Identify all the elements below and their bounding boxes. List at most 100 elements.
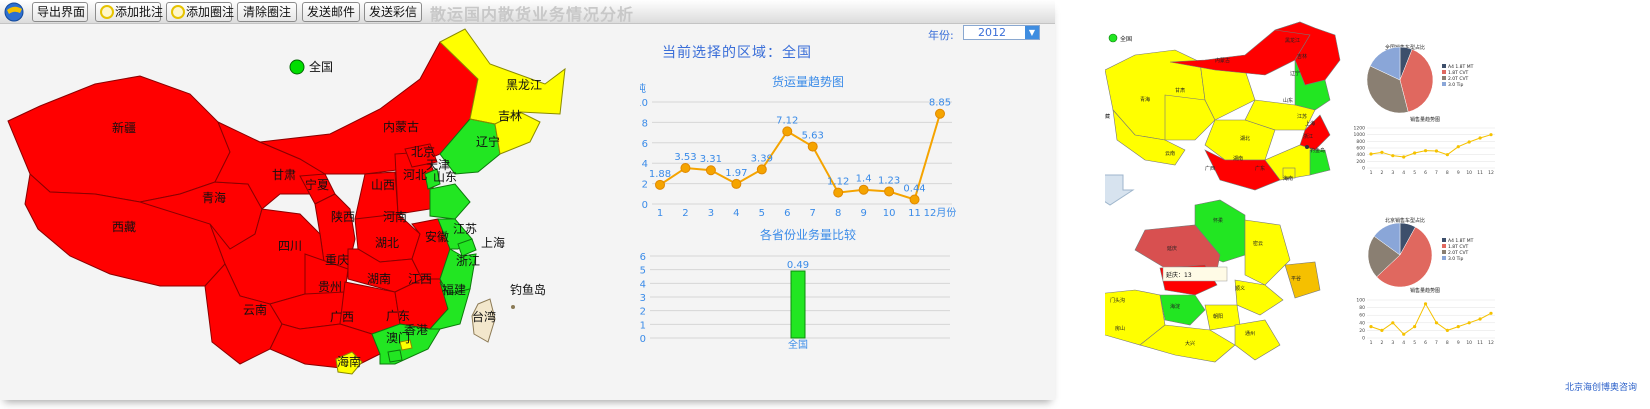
preview-point[interactable] (1391, 154, 1395, 158)
preview-point[interactable] (1434, 149, 1439, 153)
preview-legend-swatch (1442, 70, 1446, 74)
clear-circle-button[interactable]: 清除圈注 (237, 2, 297, 22)
preview-map-label: 西藏 (1105, 113, 1110, 120)
preview-point[interactable] (1434, 321, 1439, 325)
add-note-button[interactable]: 添加批注 (95, 2, 164, 22)
trend-xtick: 7 (810, 208, 816, 219)
export-ui-button[interactable]: 导出界面 (32, 2, 88, 22)
preview-legend-text: A4 1.8T MT (1448, 64, 1474, 70)
trend-point[interactable] (884, 186, 895, 197)
preview-legend-text: 2.0T CVT (1448, 76, 1469, 82)
map-label: 四川 (278, 239, 302, 253)
preview-point[interactable] (1478, 317, 1482, 321)
preview-point[interactable] (1456, 145, 1460, 149)
trend-point[interactable] (680, 162, 691, 173)
map-label: 江西 (408, 272, 432, 286)
map-province-macau[interactable] (387, 349, 403, 363)
bar-mark[interactable] (790, 270, 806, 339)
map-label: 海南 (337, 354, 361, 369)
map-label: 内蒙古 (383, 119, 419, 134)
trend-point[interactable] (807, 141, 818, 152)
preview-point[interactable] (1489, 311, 1493, 315)
preview-point[interactable] (1478, 136, 1482, 140)
preview-point[interactable] (1369, 152, 1373, 156)
map-label: 辽宁 (476, 134, 500, 149)
trend-point[interactable] (935, 108, 945, 119)
add-note-label: 添加批注 (115, 5, 164, 19)
preview-point[interactable] (1489, 133, 1493, 137)
preview-point[interactable] (1445, 328, 1449, 332)
map-label: 山西 (371, 178, 395, 192)
dashboard-preview: 全国 新疆西藏青海甘肃内蒙古黑龙江吉林辽宁山东江苏上海浙江湖北湖南广东广西云南海… (1105, 21, 1495, 363)
preview-ytick: 400 (1356, 152, 1365, 158)
preview-legend-text: A4 1.8T MT (1448, 238, 1474, 244)
preview-map-label: 平谷 (1291, 275, 1301, 282)
trend-data-label: 1.97 (725, 168, 747, 179)
map-label: 湖北 (375, 235, 399, 250)
china-map: 全国 新疆 西藏 青海 甘肃 内蒙古 黑龙江 吉林 辽宁 北京 天津 河北 山西… (7, 28, 566, 375)
bar-chart-title: 各省份业务量比较 (760, 227, 856, 242)
trend-point[interactable] (731, 178, 742, 189)
preview-ytick: 600 (1356, 146, 1365, 152)
trend-point[interactable] (833, 187, 844, 198)
send-mms-button[interactable]: 发送彩信 (364, 2, 422, 22)
trend-point[interactable] (909, 194, 920, 205)
map-label: 广西 (330, 310, 354, 324)
preview-xtick: 6 (1424, 170, 1427, 176)
trend-xtick: 8 (835, 208, 841, 219)
map-label: 北京 (411, 145, 435, 159)
map-province-xinjiang[interactable] (7, 75, 231, 203)
trend-point[interactable] (655, 179, 665, 190)
preview-point[interactable] (1456, 325, 1460, 329)
preview-legend-swatch (1442, 256, 1446, 260)
preview-map-label: 通州 (1245, 330, 1255, 337)
preview-point[interactable] (1413, 151, 1417, 155)
preview-map-label: 上海 (1305, 120, 1315, 127)
preview-xtick: 3 (1391, 340, 1394, 346)
preview-point[interactable] (1423, 149, 1428, 153)
trend-ytick: 2 (642, 180, 648, 191)
map-label: 安徽 (425, 229, 449, 244)
map-province-shandong[interactable] (429, 183, 471, 220)
preview-point[interactable] (1423, 302, 1428, 306)
send-email-button[interactable]: 发送邮件 (302, 2, 360, 22)
map-label: 河北 (403, 168, 427, 182)
trend-point[interactable] (705, 165, 716, 176)
preview-line-title: 销售量趋势图 (1410, 116, 1440, 123)
preview-xtick: 8 (1446, 340, 1449, 346)
add-circle-button[interactable]: 添加圈注 (166, 2, 234, 22)
preview-xtick: 11 (1477, 340, 1483, 346)
preview-point[interactable] (1467, 321, 1471, 325)
analysis-app: 导出界面 添加批注 添加圈注 清除圈注 发送邮件 发送彩信 散运国内散货业务情况… (0, 0, 1055, 400)
preview-point[interactable] (1413, 325, 1417, 329)
trend-ytick: 6 (642, 139, 648, 150)
trend-xtick: 5 (759, 208, 765, 219)
preview-xtick: 12 (1488, 340, 1494, 346)
preview-point[interactable] (1402, 332, 1406, 336)
bar-ytick: 0.6 (640, 252, 646, 263)
preview-point[interactable] (1369, 325, 1373, 329)
map-label: 福建 (442, 282, 466, 297)
diaoyu-marker-icon (511, 305, 515, 309)
trend-data-label: 0.44 (903, 184, 925, 195)
preview-point[interactable] (1391, 321, 1395, 325)
trend-point[interactable] (756, 164, 767, 175)
preview-map-label: 辽宁 (1290, 70, 1300, 77)
trend-point[interactable] (782, 126, 793, 137)
bar-marks: 0.49 全国 (787, 260, 809, 351)
trend-data-label: 3.39 (751, 153, 773, 164)
preview-xtick: 10 (1466, 340, 1472, 346)
preview-xtick: 6 (1424, 340, 1427, 346)
preview-point[interactable] (1445, 153, 1449, 157)
screen: 导出界面 添加批注 添加圈注 清除圈注 发送邮件 发送彩信 散运国内散货业务情况… (0, 0, 1650, 409)
preview-point[interactable] (1380, 328, 1384, 332)
preview-legend-text: 3.0 Tip (1448, 256, 1463, 262)
preview-xtick: 7 (1435, 340, 1438, 346)
preview-point[interactable] (1380, 150, 1384, 154)
preview-pie-chart-national: 全国销售车型占比A4 1.8T MT1.8T CVT2.0T CVT3.0 Ti… (1366, 44, 1474, 114)
preview-point[interactable] (1402, 155, 1406, 159)
trend-point[interactable] (858, 184, 869, 195)
preview-xtick: 2 (1380, 170, 1383, 176)
preview-point[interactable] (1467, 140, 1471, 144)
preview-legend-swatch (1442, 250, 1446, 254)
